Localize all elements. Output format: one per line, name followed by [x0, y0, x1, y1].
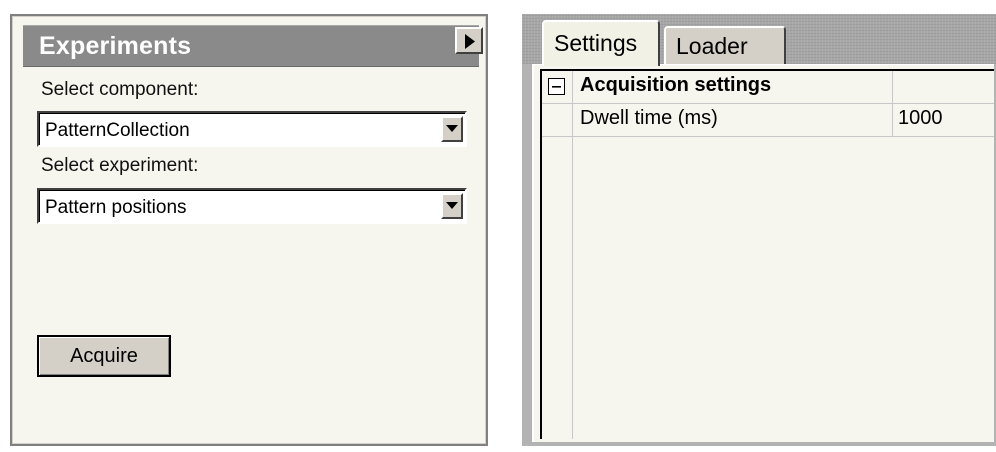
acquire-button[interactable]: Acquire — [37, 335, 171, 377]
settings-tab-content: Acquisition settings Dwell time (ms) 100… — [532, 64, 994, 442]
experiments-header: Experiments — [23, 25, 479, 67]
chevron-down-icon — [446, 202, 458, 209]
component-dropdown[interactable]: PatternCollection — [37, 111, 467, 147]
experiment-dropdown[interactable]: Pattern positions — [37, 188, 467, 224]
property-grid: Acquisition settings Dwell time (ms) 100… — [540, 69, 994, 439]
category-row-acquisition-settings[interactable]: Acquisition settings — [542, 71, 994, 104]
experiment-dropdown-value: Pattern positions — [45, 197, 187, 218]
experiments-title: Experiments — [39, 32, 192, 60]
category-label: Acquisition settings — [580, 74, 772, 96]
property-name-dwell-time: Dwell time (ms) — [580, 107, 718, 129]
tab-settings[interactable]: Settings — [542, 20, 660, 66]
triangle-right-icon — [465, 34, 475, 49]
select-component-label: Select component: — [41, 79, 199, 100]
collapse-toggle[interactable] — [548, 78, 565, 95]
settings-tab-panel: Settings Loader Acquisition settings Dwe… — [522, 14, 996, 446]
experiments-panel-body: Experiments Select component: PatternCol… — [12, 16, 486, 444]
component-dropdown-button[interactable] — [441, 116, 463, 142]
minus-box-icon — [552, 86, 561, 88]
property-value-dwell-time[interactable]: 1000 — [898, 107, 943, 130]
chevron-down-icon — [446, 125, 458, 132]
experiments-panel: Experiments Select component: PatternCol… — [10, 14, 488, 446]
expand-panel-button[interactable] — [455, 27, 483, 54]
property-row-dwell-time[interactable]: Dwell time (ms) 1000 — [542, 104, 994, 137]
tab-loader[interactable]: Loader — [664, 26, 786, 64]
experiment-dropdown-button[interactable] — [441, 193, 463, 219]
select-experiment-label: Select experiment: — [41, 155, 199, 176]
component-dropdown-value: PatternCollection — [45, 120, 190, 141]
